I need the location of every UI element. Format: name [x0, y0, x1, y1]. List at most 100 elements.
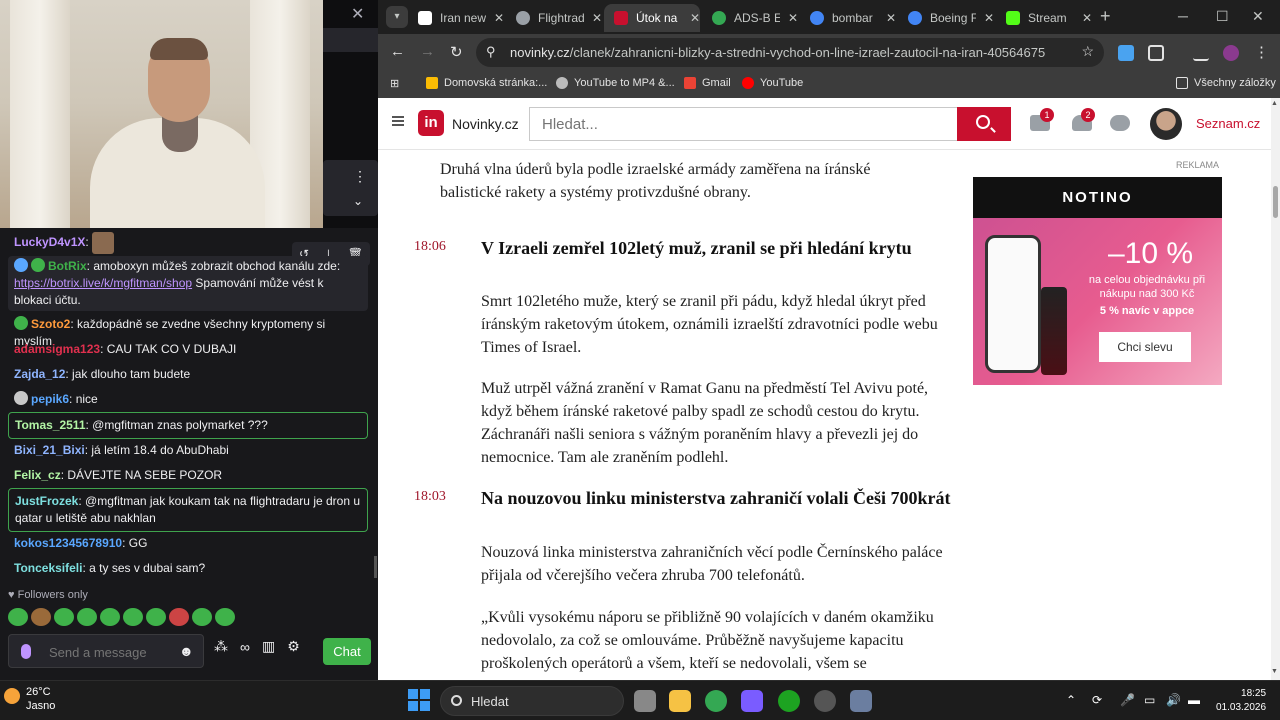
- microphone-icon[interactable]: [21, 644, 31, 659]
- settings-icon[interactable]: [850, 690, 872, 712]
- site-search-button[interactable]: [957, 107, 1011, 141]
- chat-username[interactable]: JustFrozek: [15, 494, 78, 508]
- close-icon[interactable]: ✕: [351, 4, 364, 24]
- download-icon[interactable]: [1193, 45, 1209, 61]
- close-tab-icon[interactable]: ✕: [984, 11, 994, 25]
- chat-username[interactable]: Bixi_21_Bixi: [14, 443, 85, 457]
- site-search-input[interactable]: [529, 107, 957, 141]
- notino-ad[interactable]: NOTINO –10 % na celou objednávku při nák…: [973, 177, 1222, 385]
- emote-icon[interactable]: [100, 608, 120, 626]
- settings-gear-icon[interactable]: ⚙: [287, 638, 300, 655]
- apps-grid-icon[interactable]: ⊞: [390, 77, 399, 90]
- user-avatar[interactable]: [1150, 108, 1182, 140]
- taskbar-search[interactable]: Hledat: [440, 686, 624, 716]
- emote-icon[interactable]: [215, 608, 235, 626]
- bookmark-star-icon[interactable]: ☆: [1081, 43, 1094, 60]
- ad-cta-button[interactable]: Chci slevu: [1099, 332, 1191, 362]
- chat-input-box[interactable]: ☻: [8, 634, 204, 668]
- seznam-link[interactable]: Seznam.cz: [1196, 116, 1260, 131]
- bookmark-item[interactable]: YouTube: [742, 77, 803, 89]
- emote-icon[interactable]: [123, 608, 143, 626]
- tray-chevron-icon[interactable]: ⌃: [1066, 693, 1076, 707]
- hamburger-menu-icon[interactable]: [392, 116, 404, 126]
- profile-icon[interactable]: [1223, 45, 1239, 61]
- close-tab-icon[interactable]: ✕: [592, 11, 602, 25]
- infinity-icon[interactable]: ∞: [240, 639, 250, 655]
- obs-icon[interactable]: [814, 690, 836, 712]
- tab-search-icon[interactable]: ▾: [386, 6, 408, 28]
- chat-username[interactable]: Zajda_12: [14, 367, 65, 381]
- maximize-icon[interactable]: ☐: [1216, 8, 1229, 25]
- close-tab-icon[interactable]: ✕: [886, 11, 896, 25]
- chevron-down-icon[interactable]: ⌄: [353, 194, 363, 208]
- scroll-up-icon[interactable]: ▲: [1271, 100, 1278, 107]
- menu-icon[interactable]: ⋮: [1254, 43, 1269, 61]
- close-tab-icon[interactable]: ✕: [788, 11, 798, 25]
- file-explorer-icon[interactable]: [669, 690, 691, 712]
- chat-scrollbar[interactable]: [374, 556, 377, 578]
- tab[interactable]: Iran new ✕: [408, 4, 504, 32]
- forward-icon[interactable]: →: [420, 43, 435, 60]
- chat-username[interactable]: BotRix: [48, 259, 87, 273]
- all-bookmarks[interactable]: Všechny záložky: [1176, 77, 1276, 89]
- emote-icon[interactable]: [77, 608, 97, 626]
- chat-send-button[interactable]: Chat: [323, 638, 371, 665]
- close-window-icon[interactable]: ✕: [1252, 8, 1264, 25]
- emote-icon[interactable]: [146, 608, 166, 626]
- store-icon[interactable]: ▥: [262, 638, 275, 655]
- emote-icon[interactable]: [169, 608, 189, 626]
- close-tab-icon[interactable]: ✕: [494, 11, 504, 25]
- emote-icon[interactable]: [54, 608, 74, 626]
- app-icon[interactable]: [741, 690, 763, 712]
- bookmark-item[interactable]: Gmail: [684, 77, 731, 89]
- emote-icon[interactable]: [192, 608, 212, 626]
- chat-username[interactable]: Felix_cz: [14, 468, 61, 482]
- emoji-icon[interactable]: ☻: [179, 643, 194, 659]
- tray-sync-icon[interactable]: ⟳: [1092, 693, 1102, 707]
- chat-username[interactable]: pepik6: [31, 392, 69, 406]
- xbox-icon[interactable]: [778, 690, 800, 712]
- tray-mic-icon[interactable]: 🎤: [1120, 693, 1135, 707]
- chat-username[interactable]: kokos12345678910: [14, 536, 122, 550]
- emote-icon[interactable]: [8, 608, 28, 626]
- bookmark-item[interactable]: YouTube to MP4 &...: [556, 77, 675, 89]
- chat-username[interactable]: adamsigma123: [14, 342, 100, 356]
- shop-link[interactable]: https://botrix.live/k/mgfitman/shop: [14, 276, 192, 290]
- tray-network-icon[interactable]: ▭: [1144, 693, 1155, 707]
- tab[interactable]: bombar ✕: [800, 4, 896, 32]
- more-options-icon[interactable]: ⋮: [353, 168, 367, 185]
- tray-volume-icon[interactable]: 🔊: [1166, 693, 1181, 707]
- chat-username[interactable]: Tonceksifeli: [14, 561, 82, 575]
- tab[interactable]: ADS-B E ✕: [702, 4, 798, 32]
- bookmark-item[interactable]: Domovská stránka:...: [426, 77, 547, 89]
- chat-bubble-icon[interactable]: [1110, 115, 1130, 131]
- chrome-icon[interactable]: [705, 690, 727, 712]
- chat-username[interactable]: Szoto2: [31, 317, 70, 331]
- extension-icon[interactable]: [1118, 45, 1134, 61]
- tab[interactable]: Boeing F ✕: [898, 4, 994, 32]
- scroll-down-icon[interactable]: ▼: [1271, 668, 1278, 675]
- novinky-logo[interactable]: in: [418, 110, 444, 136]
- tab[interactable]: Stream ✕: [996, 4, 1092, 32]
- tab-active[interactable]: Útok na ✕: [604, 4, 700, 32]
- system-clock[interactable]: 18:25 01.03.2026: [1216, 687, 1266, 715]
- weather-widget[interactable]: 26°C Jasno: [4, 685, 55, 713]
- site-info-icon[interactable]: ⚲: [486, 44, 496, 60]
- task-view-icon[interactable]: [634, 690, 656, 712]
- tray-battery-icon[interactable]: ▬: [1188, 693, 1200, 707]
- bits-icon[interactable]: ⁂: [214, 638, 228, 655]
- extensions-puzzle-icon[interactable]: [1148, 45, 1164, 61]
- emote-icon[interactable]: [31, 608, 51, 626]
- address-bar[interactable]: ⚲ novinky.cz/clanek/zahranicni-blizky-a-…: [476, 38, 1104, 67]
- start-windows-icon[interactable]: [408, 689, 430, 711]
- close-tab-icon[interactable]: ✕: [1082, 11, 1092, 25]
- chat-username[interactable]: Tomas_2511: [15, 418, 86, 432]
- chat-username[interactable]: LuckyD4v1X: [14, 235, 85, 249]
- tab[interactable]: Flightrad ✕: [506, 4, 602, 32]
- minimize-icon[interactable]: ─: [1178, 8, 1188, 24]
- scroll-thumb[interactable]: [1273, 186, 1278, 218]
- close-tab-icon[interactable]: ✕: [690, 11, 700, 25]
- back-icon[interactable]: ←: [390, 43, 405, 60]
- page-scrollbar[interactable]: ▲ ▼: [1271, 98, 1280, 680]
- chat-input[interactable]: [49, 641, 179, 663]
